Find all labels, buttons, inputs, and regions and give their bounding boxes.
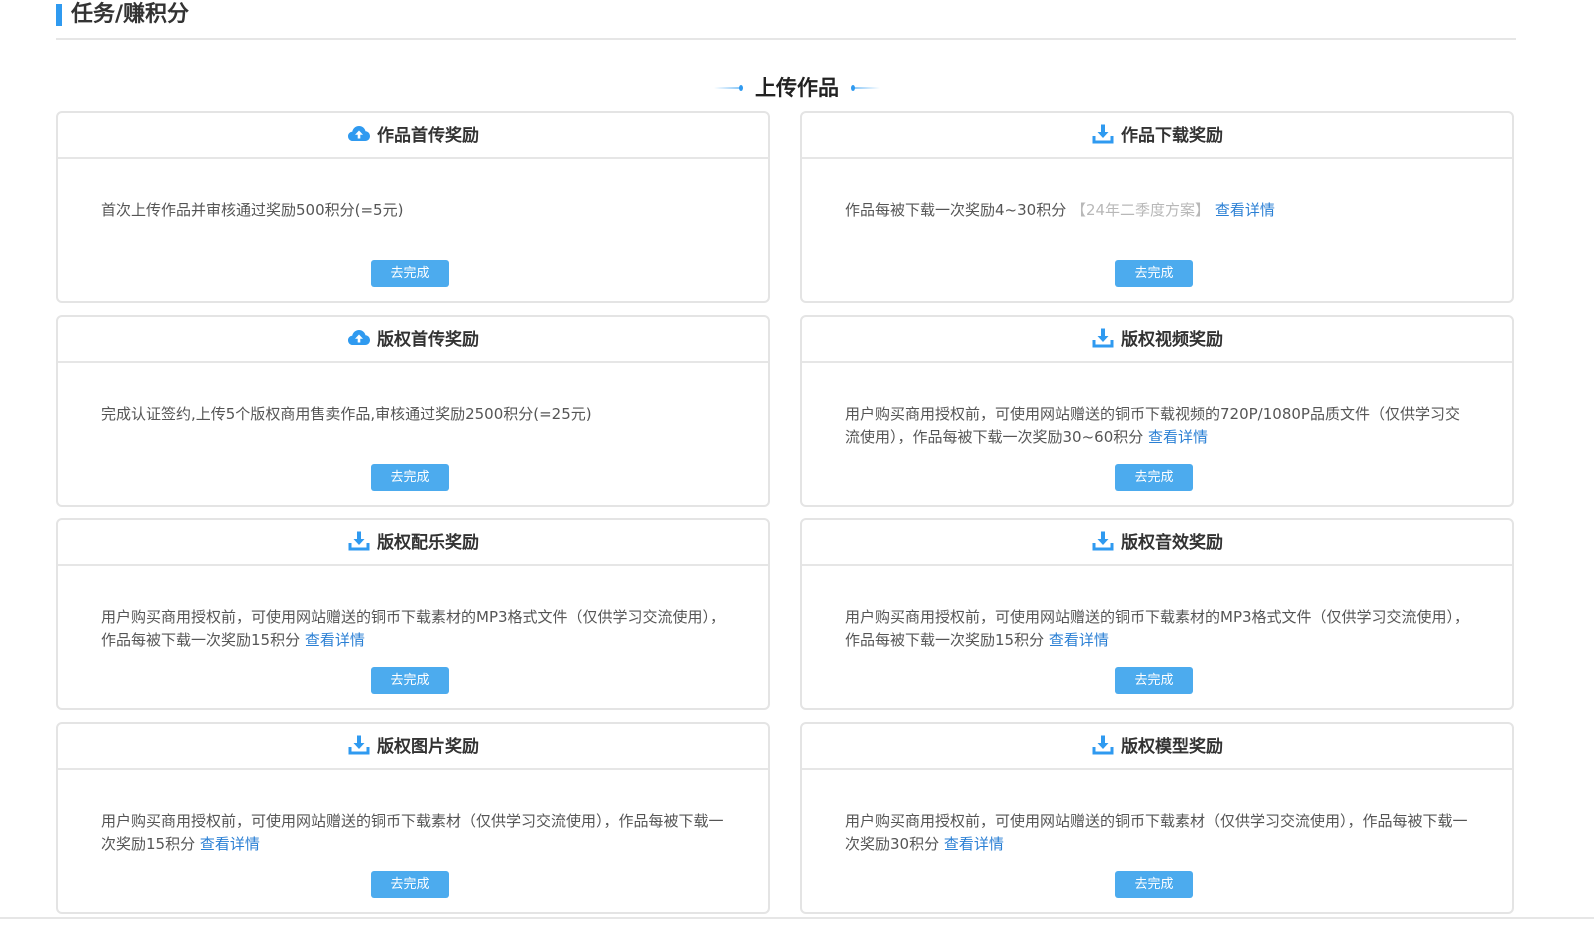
section-title: 上传作品 bbox=[0, 72, 1594, 104]
card-description: 首次上传作品并审核通过奖励500积分(=5元) bbox=[101, 199, 728, 222]
download-icon bbox=[1091, 734, 1115, 756]
card-header: 版权视频奖励 bbox=[802, 317, 1512, 363]
card-header: 版权模型奖励 bbox=[802, 724, 1512, 770]
title-accent-bar bbox=[56, 4, 62, 26]
download-icon bbox=[1091, 123, 1115, 145]
reward-card-copyright-video: 版权视频奖励 用户购买商用授权前，可使用网站赠送的铜币下载视频的720P/108… bbox=[800, 315, 1514, 507]
view-details-link[interactable]: 查看详情 bbox=[1148, 428, 1208, 446]
reward-card-copyright-sound-effect: 版权音效奖励 用户购买商用授权前，可使用网站赠送的铜币下载素材的MP3格式文件（… bbox=[800, 518, 1514, 710]
cloud-upload-icon bbox=[347, 123, 371, 145]
reward-card-copyright-music: 版权配乐奖励 用户购买商用授权前，可使用网站赠送的铜币下载素材的MP3格式文件（… bbox=[56, 518, 770, 710]
card-description: 用户购买商用授权前，可使用网站赠送的铜币下载素材的MP3格式文件（仅供学习交流使… bbox=[101, 606, 728, 652]
go-complete-button[interactable]: 去完成 bbox=[1115, 871, 1193, 898]
reward-card-copyright-first-upload: 版权首传奖励 完成认证签约,上传5个版权商用售卖作品,审核通过奖励2500积分(… bbox=[56, 315, 770, 507]
card-title: 作品首传奖励 bbox=[377, 125, 479, 146]
download-icon bbox=[1091, 530, 1115, 552]
card-title: 版权模型奖励 bbox=[1121, 736, 1223, 757]
reward-card-copyright-image: 版权图片奖励 用户购买商用授权前，可使用网站赠送的铜币下载素材（仅供学习交流使用… bbox=[56, 722, 770, 914]
card-description-text: 完成认证签约,上传5个版权商用售卖作品,审核通过奖励2500积分(=25元) bbox=[101, 405, 592, 423]
plan-note: 【24年二季度方案】 bbox=[1070, 201, 1211, 219]
page-title: 任务/赚积分 bbox=[71, 2, 190, 27]
card-header: 作品首传奖励 bbox=[58, 113, 768, 159]
download-icon bbox=[347, 734, 371, 756]
card-description-text: 首次上传作品并审核通过奖励500积分(=5元) bbox=[101, 201, 404, 219]
card-description-text: 用户购买商用授权前，可使用网站赠送的铜币下载素材的MP3格式文件（仅供学习交流使… bbox=[845, 608, 1470, 649]
card-header: 版权配乐奖励 bbox=[58, 520, 768, 566]
card-description: 用户购买商用授权前，可使用网站赠送的铜币下载素材（仅供学习交流使用），作品每被下… bbox=[845, 810, 1472, 856]
card-title: 版权音效奖励 bbox=[1121, 532, 1223, 553]
section-title-text: 上传作品 bbox=[755, 76, 839, 100]
card-description: 用户购买商用授权前，可使用网站赠送的铜币下载视频的720P/1080P品质文件（… bbox=[845, 403, 1472, 449]
download-icon bbox=[347, 530, 371, 552]
download-icon bbox=[1091, 327, 1115, 349]
reward-card-download: 作品下载奖励 作品每被下载一次奖励4~30积分 【24年二季度方案】 查看详情 … bbox=[800, 111, 1514, 303]
go-complete-button[interactable]: 去完成 bbox=[1115, 260, 1193, 287]
card-description-text: 用户购买商用授权前，可使用网站赠送的铜币下载素材（仅供学习交流使用），作品每被下… bbox=[101, 812, 724, 853]
card-description: 用户购买商用授权前，可使用网站赠送的铜币下载素材（仅供学习交流使用），作品每被下… bbox=[101, 810, 728, 856]
go-complete-button[interactable]: 去完成 bbox=[371, 464, 449, 491]
view-details-link[interactable]: 查看详情 bbox=[1049, 631, 1109, 649]
section-title-decoration-right bbox=[851, 85, 881, 91]
section-title-decoration-left bbox=[713, 85, 743, 91]
page-header: 任务/赚积分 bbox=[56, 0, 1516, 40]
go-complete-button[interactable]: 去完成 bbox=[371, 260, 449, 287]
bottom-divider bbox=[0, 917, 1594, 919]
card-header: 版权图片奖励 bbox=[58, 724, 768, 770]
go-complete-button[interactable]: 去完成 bbox=[1115, 667, 1193, 694]
card-description-text: 作品每被下载一次奖励4~30积分 bbox=[845, 201, 1071, 219]
card-header: 版权音效奖励 bbox=[802, 520, 1512, 566]
card-title: 版权首传奖励 bbox=[377, 329, 479, 350]
reward-card-copyright-model: 版权模型奖励 用户购买商用授权前，可使用网站赠送的铜币下载素材（仅供学习交流使用… bbox=[800, 722, 1514, 914]
go-complete-button[interactable]: 去完成 bbox=[1115, 464, 1193, 491]
card-description: 用户购买商用授权前，可使用网站赠送的铜币下载素材的MP3格式文件（仅供学习交流使… bbox=[845, 606, 1472, 652]
card-description-text: 用户购买商用授权前，可使用网站赠送的铜币下载素材的MP3格式文件（仅供学习交流使… bbox=[101, 608, 726, 649]
card-description: 完成认证签约,上传5个版权商用售卖作品,审核通过奖励2500积分(=25元) bbox=[101, 403, 728, 426]
cloud-upload-icon bbox=[347, 327, 371, 349]
card-title: 版权配乐奖励 bbox=[377, 532, 479, 553]
card-description-text: 用户购买商用授权前，可使用网站赠送的铜币下载素材（仅供学习交流使用），作品每被下… bbox=[845, 812, 1468, 853]
view-details-link[interactable]: 查看详情 bbox=[305, 631, 365, 649]
card-title: 版权图片奖励 bbox=[377, 736, 479, 757]
go-complete-button[interactable]: 去完成 bbox=[371, 871, 449, 898]
card-description: 作品每被下载一次奖励4~30积分 【24年二季度方案】 查看详情 bbox=[845, 199, 1472, 222]
reward-card-first-upload: 作品首传奖励 首次上传作品并审核通过奖励500积分(=5元) 去完成 bbox=[56, 111, 770, 303]
view-details-link[interactable]: 查看详情 bbox=[1210, 201, 1275, 219]
view-details-link[interactable]: 查看详情 bbox=[944, 835, 1004, 853]
card-title: 作品下载奖励 bbox=[1121, 125, 1223, 146]
go-complete-button[interactable]: 去完成 bbox=[371, 667, 449, 694]
card-header: 作品下载奖励 bbox=[802, 113, 1512, 159]
card-header: 版权首传奖励 bbox=[58, 317, 768, 363]
card-title: 版权视频奖励 bbox=[1121, 329, 1223, 350]
view-details-link[interactable]: 查看详情 bbox=[200, 835, 260, 853]
